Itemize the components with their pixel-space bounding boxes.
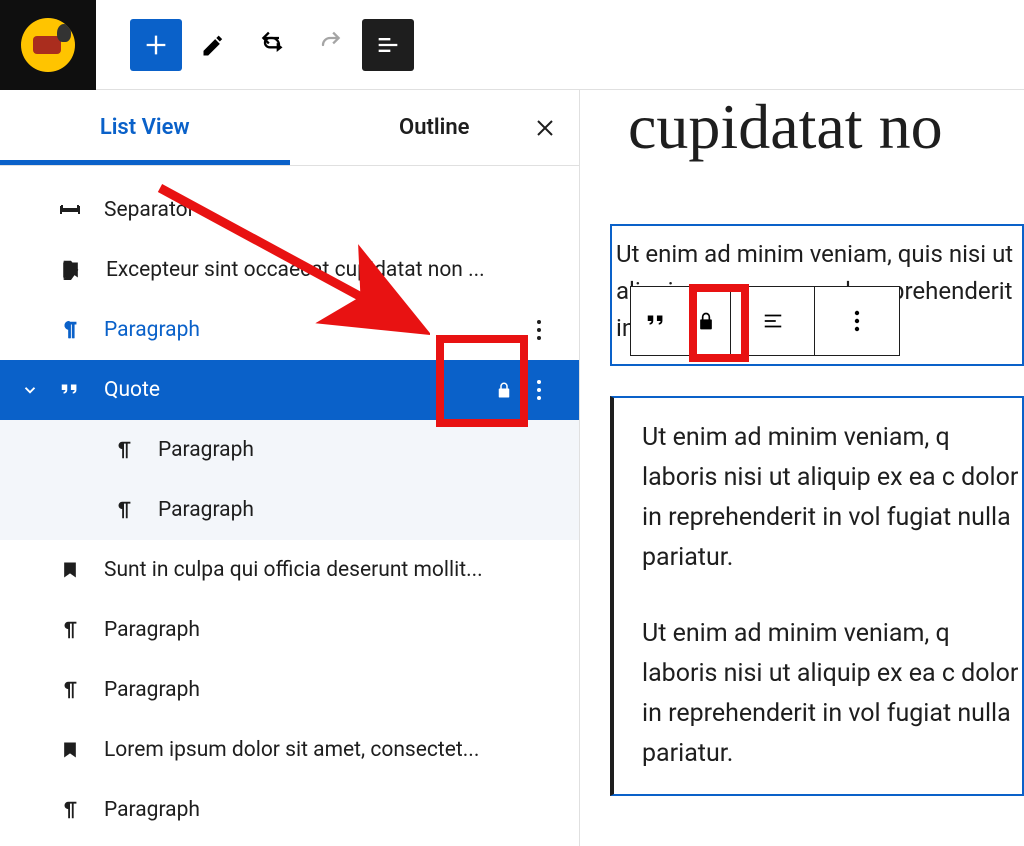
undo-button[interactable] (246, 19, 298, 71)
panel-tabs: List View Outline (0, 90, 579, 166)
list-item-paragraph-child[interactable]: Paragraph (0, 420, 579, 480)
tab-list-view[interactable]: List View (0, 91, 290, 164)
list-item-label: Sunt in culpa qui officia deserunt molli… (104, 558, 553, 582)
block-type-button[interactable] (631, 287, 681, 355)
quote-icon (54, 379, 86, 401)
tools-button[interactable] (188, 19, 240, 71)
list-item-paragraph[interactable]: Paragraph (0, 600, 579, 660)
list-item-label: Paragraph (104, 678, 553, 702)
options-button[interactable] (525, 319, 553, 341)
paragraph-icon (108, 438, 140, 462)
list-item-heading[interactable]: Sunt in culpa qui officia deserunt molli… (0, 540, 579, 600)
bookmark-icon (56, 259, 88, 281)
editor-toolbar (96, 19, 414, 71)
quote-paragraph[interactable]: Ut enim ad minim veniam, q laboris nisi … (642, 418, 1022, 578)
list-item-paragraph[interactable]: Paragraph (0, 780, 579, 840)
list-view-panel: List View Outline Separator Excepteur si… (0, 90, 580, 846)
bookmark-icon (54, 559, 86, 581)
paragraph-icon (108, 498, 140, 522)
list-item-quote[interactable]: Quote (0, 360, 579, 420)
paragraph-icon (54, 618, 86, 642)
site-logo-icon (21, 18, 75, 72)
list-item-label: Quote (104, 378, 483, 402)
list-item-paragraph[interactable]: Paragraph (0, 660, 579, 720)
editor-canvas[interactable]: cupidatat no Ut enim ad minim veniam, qu… (580, 90, 1024, 846)
lock-icon (483, 380, 525, 400)
close-panel-button[interactable] (529, 112, 561, 144)
paragraph-icon (54, 318, 86, 342)
site-logo[interactable] (0, 0, 96, 90)
undo-icon (258, 31, 286, 59)
list-item-separator[interactable]: Separator (0, 180, 579, 240)
bookmark-icon (54, 739, 86, 761)
top-toolbar (0, 0, 1024, 90)
quote-paragraph[interactable]: Ut enim ad minim veniam, q laboris nisi … (642, 614, 1022, 774)
list-item-label: Paragraph (104, 618, 553, 642)
list-item-label: Separator (104, 198, 553, 222)
list-item-label: Paragraph (104, 318, 525, 342)
document-overview-button[interactable] (362, 19, 414, 71)
list-item-heading[interactable]: Excepteur sint occaecat cupidatat non ..… (0, 240, 579, 300)
more-vertical-icon (854, 309, 860, 333)
block-list: Separator Excepteur sint occaecat cupida… (0, 166, 579, 840)
redo-button[interactable] (304, 19, 356, 71)
separator-icon (54, 198, 86, 222)
list-item-heading[interactable]: Lorem ipsum dolor sit amet, consectet... (0, 720, 579, 780)
list-item-label: Paragraph (158, 498, 553, 522)
quote-block[interactable]: Ut enim ad minim veniam, q laboris nisi … (610, 396, 1024, 796)
plus-icon (142, 31, 170, 59)
chevron-down-icon[interactable] (18, 381, 42, 399)
list-item-label: Paragraph (104, 798, 553, 822)
pencil-icon (200, 31, 228, 59)
paragraph-icon (54, 798, 86, 822)
list-item-label: Paragraph (158, 438, 553, 462)
options-button[interactable] (525, 379, 553, 401)
block-options-button[interactable] (815, 287, 899, 355)
redo-icon (316, 31, 344, 59)
list-item-label: Lorem ipsum dolor sit amet, consectet... (104, 738, 553, 762)
list-icon (374, 31, 402, 59)
close-icon (533, 116, 557, 140)
quote-icon (643, 310, 669, 332)
list-item-paragraph-child[interactable]: Paragraph (0, 480, 579, 540)
list-item-label: Excepteur sint occaecat cupidatat non ..… (106, 258, 553, 282)
heading-block[interactable]: cupidatat no (580, 90, 1024, 174)
align-button[interactable] (731, 287, 815, 355)
paragraph-icon (54, 678, 86, 702)
block-toolbar (630, 286, 900, 356)
add-block-button[interactable] (130, 19, 182, 71)
lock-button[interactable] (681, 287, 731, 355)
list-item-paragraph[interactable]: Paragraph (0, 300, 579, 360)
lock-icon (696, 310, 716, 332)
align-left-icon (760, 310, 786, 332)
